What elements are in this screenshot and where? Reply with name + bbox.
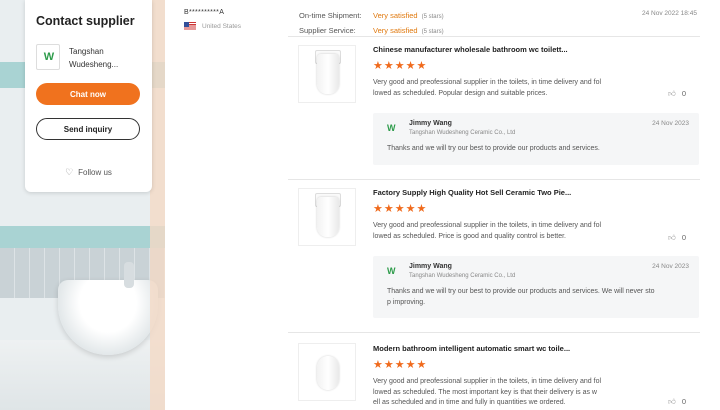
review-date: 24 Nov 2022 18:45 bbox=[642, 10, 697, 17]
review-stars: ★★★★★ bbox=[373, 60, 428, 72]
supplier-logo-icon: W bbox=[387, 123, 395, 133]
review-item: Modern bathroom intelligent automatic sm… bbox=[288, 332, 700, 410]
review-text-line: ell as scheduled and in time and fully i… bbox=[373, 399, 566, 406]
like-button[interactable]: 👍︎ 0 bbox=[668, 233, 686, 243]
review-text: Very good and preofessional supplier in … bbox=[373, 377, 633, 409]
reply-author: Jimmy Wang bbox=[409, 263, 452, 270]
shipment-stars-text: (5 stars) bbox=[421, 14, 444, 20]
us-flag-icon bbox=[184, 22, 196, 30]
buyer-country: United States bbox=[184, 22, 241, 30]
contact-supplier-card: Contact supplier W Tangshan Wudesheng...… bbox=[25, 0, 152, 192]
reply-company: Tangshan Wudesheng Ceramic Co., Ltd bbox=[409, 273, 516, 279]
buyer-info: B**********A United States bbox=[184, 9, 241, 30]
review-text-line: lowed as scheduled. The most important k… bbox=[373, 388, 597, 396]
ratings-summary: On-time Shipment: Very satisfied (5 stars)… bbox=[299, 9, 444, 39]
review-text-line: Very good and preofessional supplier in … bbox=[373, 79, 602, 86]
reply-text-line: p improving. bbox=[387, 298, 426, 306]
like-count: 0 bbox=[681, 89, 687, 98]
review-stars: ★★★★★ bbox=[373, 359, 428, 371]
reply-text-line: Thanks and we will try our best to provi… bbox=[387, 145, 600, 152]
product-title-link[interactable]: Chinese manufacturer wholesale bathroom … bbox=[373, 45, 568, 54]
supplier-reply: W Jimmy Wang Tangshan Wudesheng Ceramic … bbox=[373, 113, 699, 165]
product-thumbnail[interactable] bbox=[298, 45, 356, 103]
review-item: Chinese manufacturer wholesale bathroom … bbox=[288, 36, 700, 178]
product-title-link[interactable]: Factory Supply High Quality Hot Sell Cer… bbox=[373, 188, 571, 197]
review-text-line: lowed as scheduled. Price is good and qu… bbox=[373, 232, 567, 240]
buyer-name: B**********A bbox=[184, 9, 225, 16]
reply-text-line: Thanks and we will try our best to provi… bbox=[387, 288, 655, 295]
supplier-logo-icon: W bbox=[43, 51, 54, 63]
shipment-label: On-time Shipment: bbox=[299, 11, 362, 20]
supplier-reply: W Jimmy Wang Tangshan Wudesheng Ceramic … bbox=[373, 256, 699, 318]
product-thumbnail[interactable] bbox=[298, 188, 356, 246]
send-inquiry-button[interactable]: Send inquiry bbox=[36, 118, 140, 140]
supplier-name[interactable]: Tangshan Wudesheng... bbox=[69, 45, 139, 71]
service-stars-text: (5 stars) bbox=[421, 29, 444, 35]
reply-company: Tangshan Wudesheng Ceramic Co., Ltd bbox=[409, 130, 516, 136]
supplier-logo[interactable]: W bbox=[36, 44, 60, 70]
reply-date: 24 Nov 2023 bbox=[652, 120, 689, 127]
contact-supplier-title: Contact supplier bbox=[36, 14, 135, 28]
like-button[interactable]: 👍︎ 0 bbox=[668, 89, 686, 99]
reply-author: Jimmy Wang bbox=[409, 120, 452, 127]
review-stars: ★★★★★ bbox=[373, 203, 428, 215]
review-text: Very good and preofessional supplier in … bbox=[373, 221, 633, 242]
review-text-line: Very good and preofessional supplier in … bbox=[373, 378, 602, 385]
reply-date: 24 Nov 2023 bbox=[652, 263, 689, 270]
review-text-line: lowed as scheduled. Popular design and s… bbox=[373, 89, 548, 97]
product-thumbnail[interactable] bbox=[298, 343, 356, 401]
follow-us-button[interactable]: ♡ Follow us bbox=[25, 167, 152, 178]
thumbs-up-icon: 👍︎ bbox=[668, 89, 676, 98]
reply-text: Thanks and we will try our best to provi… bbox=[387, 287, 687, 308]
supplier-name-line1: Tangshan bbox=[69, 47, 104, 56]
like-button[interactable]: 👍︎ 0 bbox=[668, 397, 686, 407]
thumbs-up-icon: 👍︎ bbox=[668, 233, 676, 242]
review-item: Factory Supply High Quality Hot Sell Cer… bbox=[288, 179, 700, 331]
shipment-rating-row: On-time Shipment: Very satisfied (5 stars) bbox=[299, 9, 444, 24]
thumbs-up-icon: 👍︎ bbox=[668, 397, 676, 406]
heart-icon: ♡ bbox=[65, 167, 74, 177]
shipment-value: Very satisfied bbox=[373, 11, 418, 20]
review-text-line: Very good and preofessional supplier in … bbox=[373, 222, 602, 229]
supplier-logo-icon: W bbox=[387, 266, 395, 276]
buyer-country-label: United States bbox=[202, 22, 242, 30]
service-value: Very satisfied bbox=[373, 26, 418, 35]
product-title-link[interactable]: Modern bathroom intelligent automatic sm… bbox=[373, 344, 570, 353]
like-count: 0 bbox=[681, 397, 687, 406]
follow-us-label: Follow us bbox=[78, 168, 112, 177]
like-count: 0 bbox=[681, 233, 687, 242]
review-text: Very good and preofessional supplier in … bbox=[373, 78, 633, 99]
chat-now-button[interactable]: Chat now bbox=[36, 83, 140, 105]
supplier-name-line2: Wudesheng... bbox=[69, 60, 119, 69]
reply-text: Thanks and we will try our best to provi… bbox=[387, 144, 687, 155]
